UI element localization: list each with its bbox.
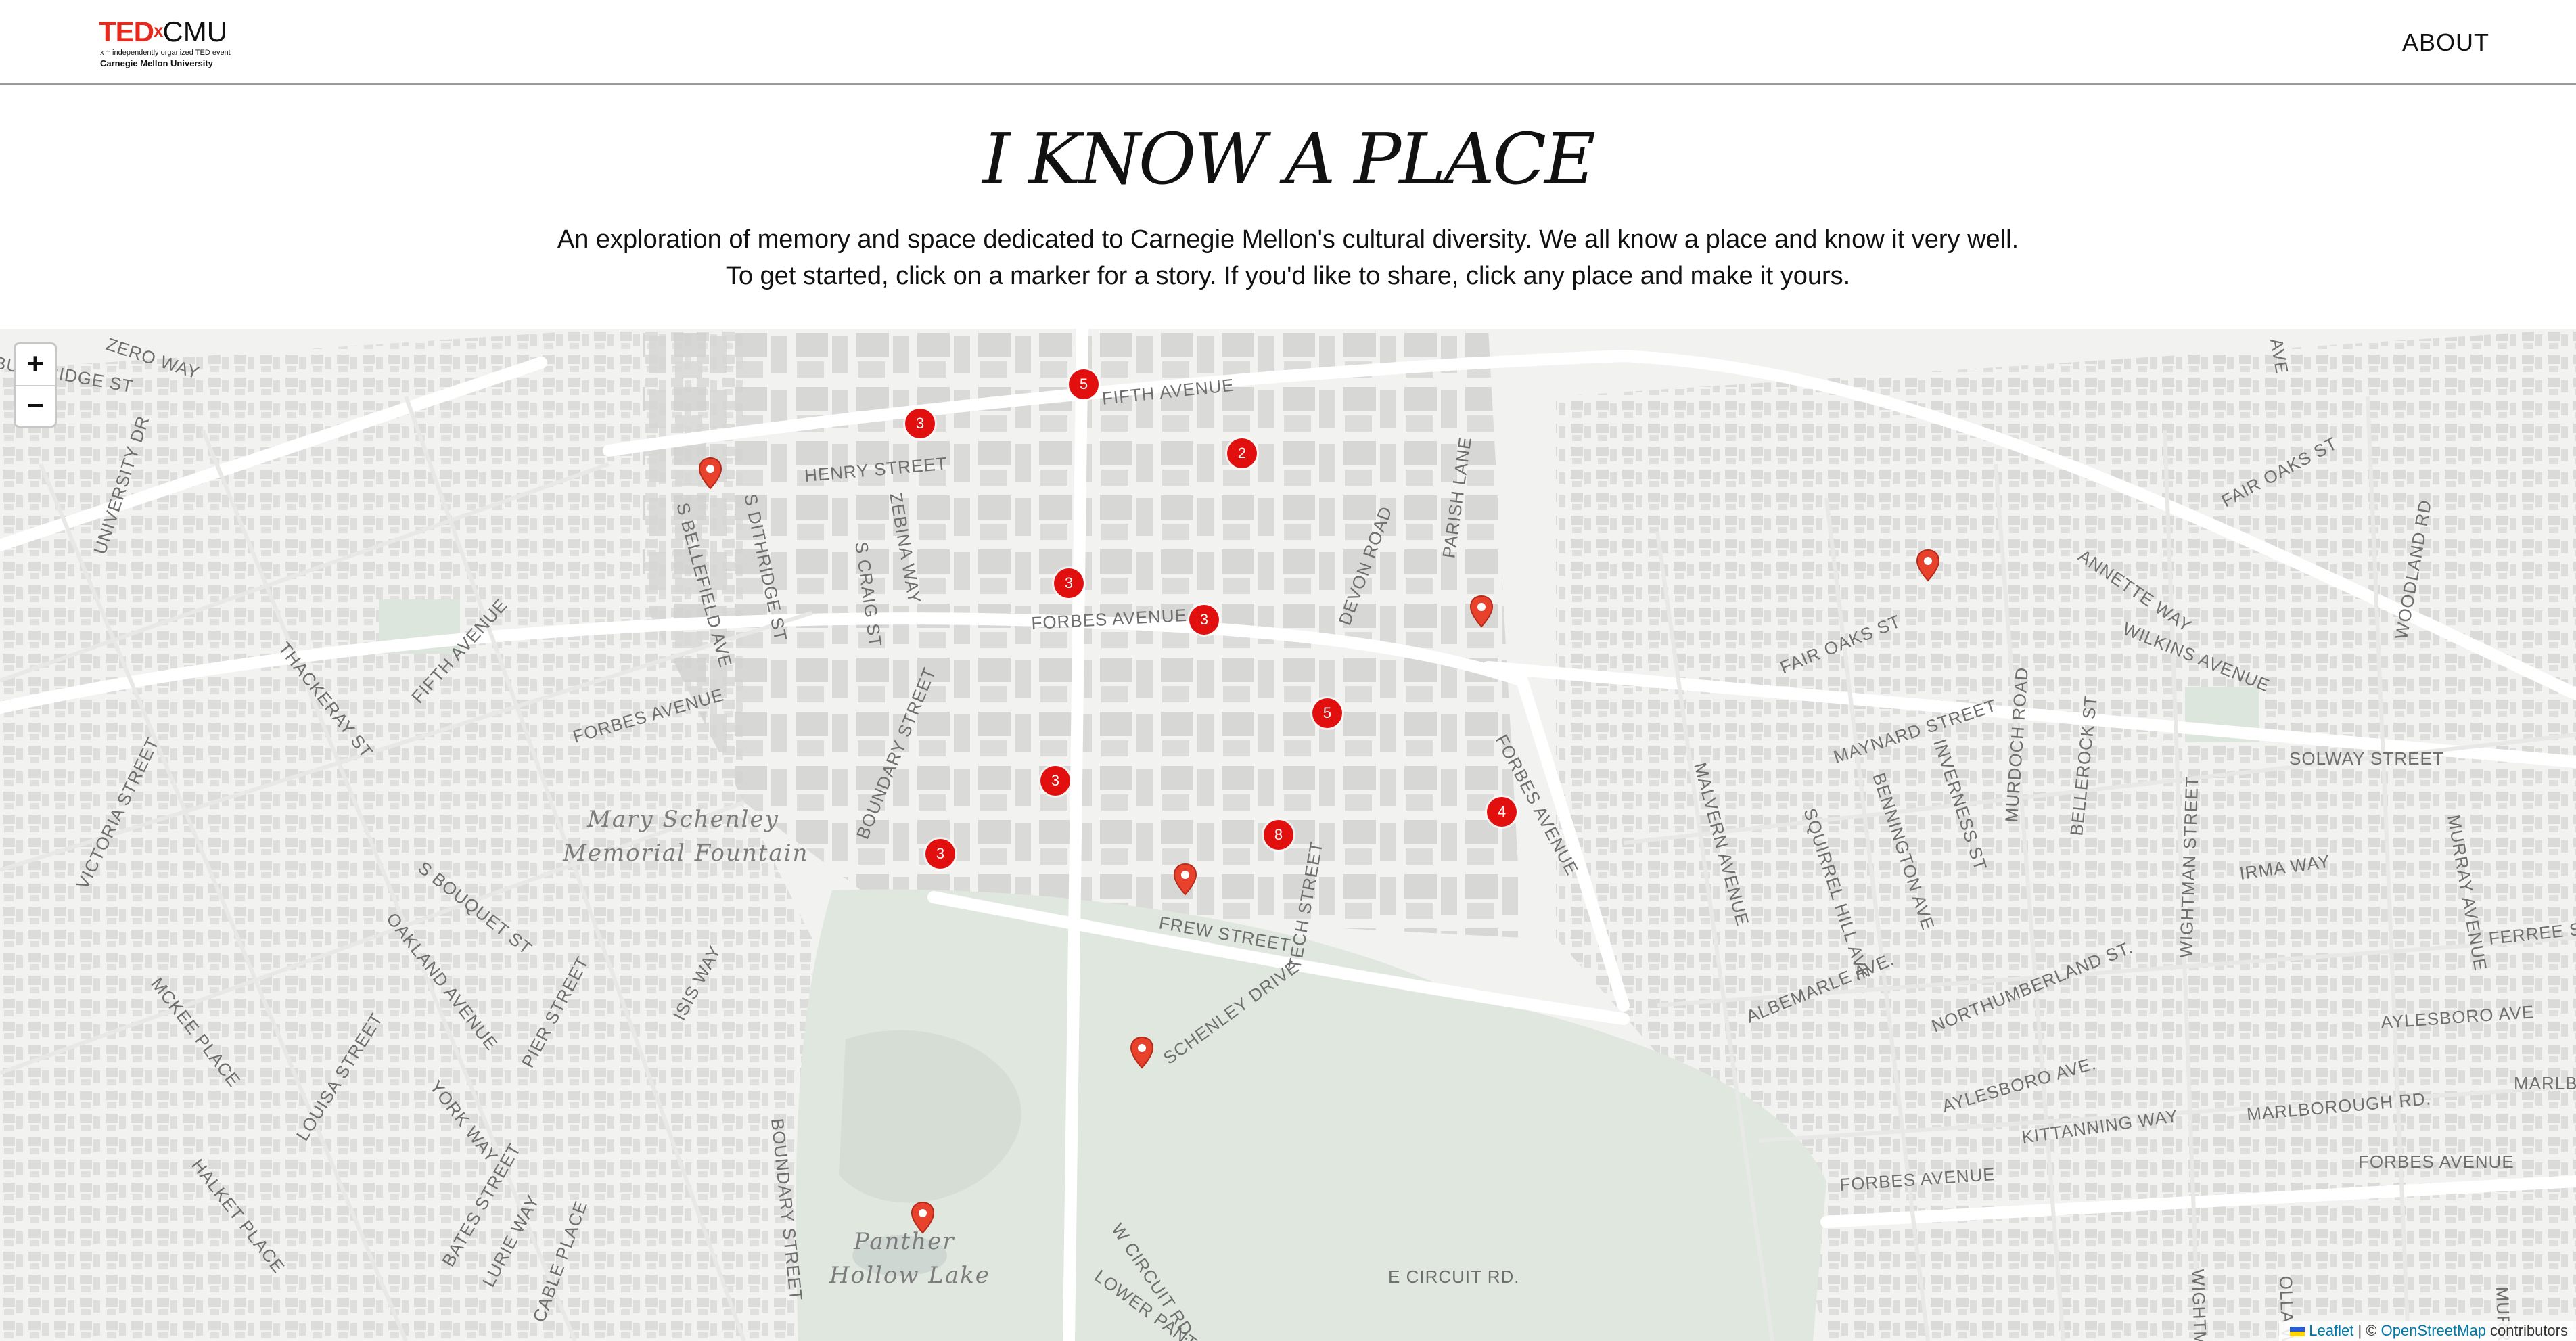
story-cluster-marker[interactable]: 4 (1487, 797, 1517, 827)
map-pin-icon[interactable] (1916, 549, 1940, 582)
street-label: SOLWAY STREET (2289, 748, 2444, 769)
about-link[interactable]: ABOUT (2402, 28, 2489, 57)
map-pin-icon[interactable] (1173, 863, 1197, 896)
top-navigation-bar: TEDxCMU x = independently organized TED … (0, 0, 2576, 85)
map-pin-icon[interactable] (698, 457, 722, 490)
zoom-out-button[interactable]: − (16, 386, 55, 427)
intro-text-line-2: To get started, click on a marker for a … (725, 262, 1851, 290)
intro-text-line-1: An exploration of memory and space dedic… (557, 225, 2019, 254)
story-cluster-marker[interactable]: 3 (1189, 605, 1219, 635)
logo-university: Carnegie Mellon University (100, 58, 213, 68)
ukraine-flag-icon (2290, 1327, 2305, 1337)
attribution-separator: | © (2353, 1322, 2381, 1339)
openstreetmap-link[interactable]: OpenStreetMap (2381, 1322, 2486, 1339)
zoom-control: + − (14, 342, 57, 428)
landmark-label: Panther (853, 1228, 954, 1255)
landmark-label: Hollow Lake (829, 1262, 990, 1289)
tedxcmu-logo[interactable]: TEDxCMU x = independently organized TED … (99, 16, 261, 70)
map-pin-icon[interactable] (1130, 1037, 1154, 1069)
logo-wordmark: TEDxCMU (99, 16, 228, 47)
story-cluster-marker[interactable]: 3 (925, 839, 955, 869)
map-attribution: Leaflet | © OpenStreetMap contributors (2279, 1321, 2576, 1341)
map-pin-icon[interactable] (911, 1202, 935, 1234)
street-label: FORBES AVENUE (2358, 1152, 2514, 1172)
story-cluster-marker[interactable]: 3 (905, 409, 935, 438)
story-cluster-marker[interactable]: 3 (1040, 766, 1070, 796)
street-label: MARLB (2514, 1073, 2576, 1093)
story-cluster-marker[interactable]: 3 (1054, 568, 1084, 598)
landmark-label: Mary Schenley (586, 806, 779, 833)
zoom-in-button[interactable]: + (16, 344, 55, 386)
map-pin-icon[interactable] (1469, 595, 1494, 628)
story-map[interactable]: ZERO WAY BURNRIDGE ST FIFTH AVENUE HENRY… (0, 329, 2576, 1341)
leaflet-link[interactable]: Leaflet (2309, 1322, 2353, 1339)
story-cluster-marker[interactable]: 8 (1264, 820, 1293, 850)
landmark-label: Memorial Fountain (562, 840, 808, 867)
street-label: WIGHTMAN (2188, 1269, 2211, 1341)
story-cluster-marker[interactable]: 5 (1069, 369, 1099, 399)
logo-tagline: x = independently organized TED event (100, 49, 231, 57)
attribution-suffix: contributors (2485, 1322, 2568, 1339)
street-label: E CIRCUIT RD. (1388, 1267, 1520, 1287)
story-cluster-marker[interactable]: 5 (1312, 698, 1342, 728)
page-title: I KNOW A PLACE (982, 118, 1596, 200)
story-cluster-marker[interactable]: 2 (1227, 438, 1257, 468)
